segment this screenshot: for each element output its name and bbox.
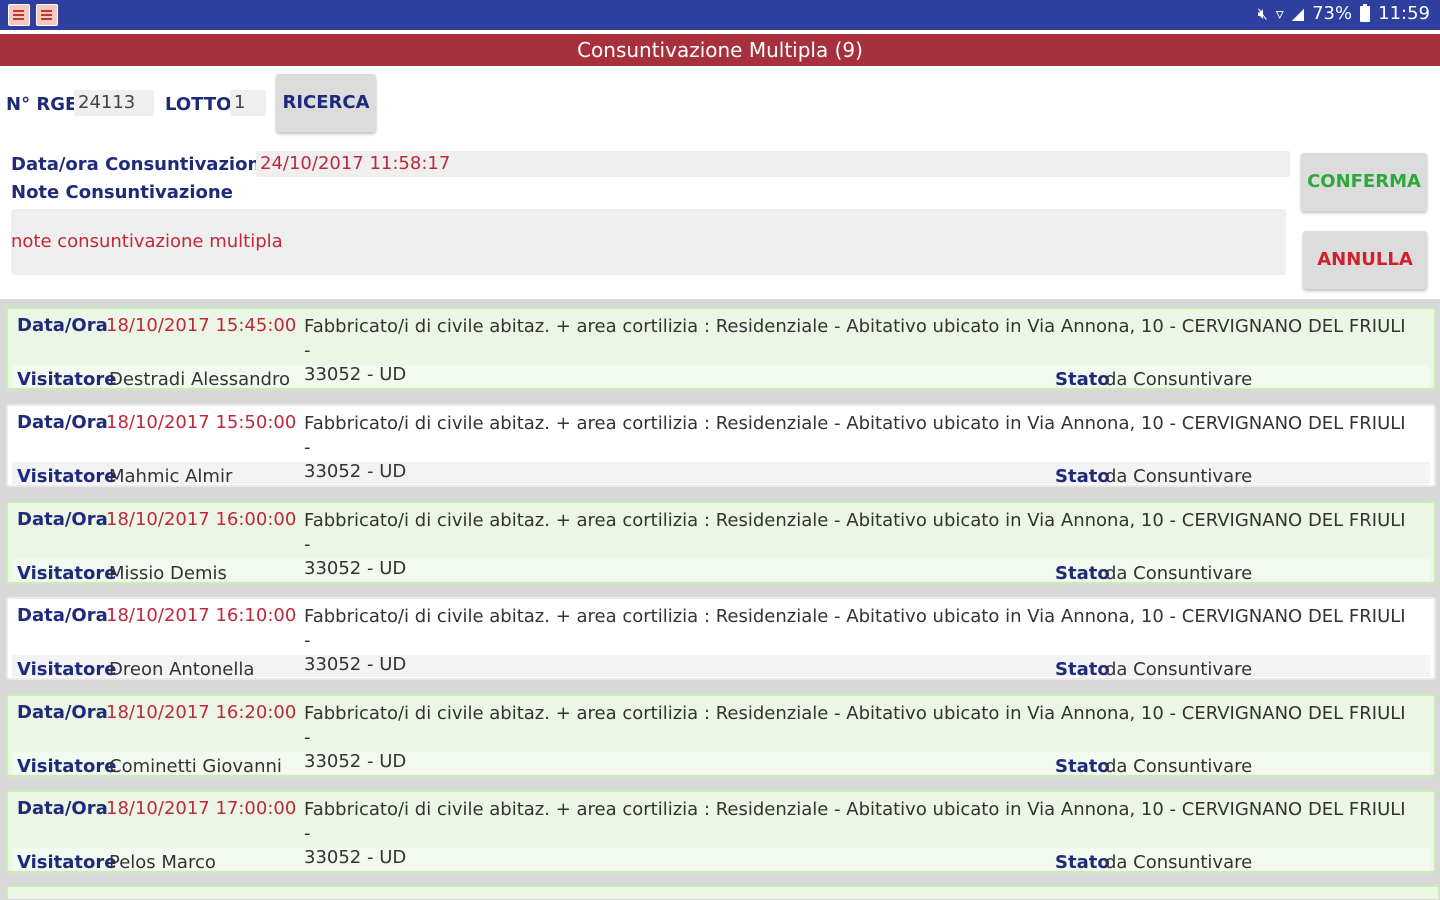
date-label: Data/Ora: [17, 412, 108, 433]
list-item-partial[interactable]: [6, 885, 1440, 899]
status-value: da Consuntivare: [1105, 659, 1253, 680]
status-value: da Consuntivare: [1105, 563, 1253, 584]
date-label: Data/Ora: [17, 315, 108, 336]
date-label: Data/Ora: [17, 798, 108, 819]
status-label: Stato: [1055, 563, 1110, 584]
list-item[interactable]: Data/Ora 18/10/2017 17:00:00 Fabbricato/…: [6, 790, 1436, 873]
visit-date: 18/10/2017 16:20:00: [106, 702, 297, 723]
visit-date: 18/10/2017 16:10:00: [106, 605, 297, 626]
list-item[interactable]: Data/Ora 18/10/2017 16:10:00 Fabbricato/…: [6, 597, 1436, 680]
notification-icons: [8, 4, 58, 26]
date-label: Data/Ora: [17, 509, 108, 530]
signal-icon: ◢: [1291, 4, 1305, 23]
status-value: da Consuntivare: [1105, 852, 1253, 873]
confirm-button[interactable]: CONFERMA: [1301, 153, 1427, 211]
visitor-label: Visitatore: [17, 852, 117, 873]
visit-date: 18/10/2017 15:50:00: [106, 412, 297, 433]
notes-label: Note Consuntivazione: [11, 182, 233, 203]
rge-label: N° RGE: [6, 94, 78, 115]
status-label: Stato: [1055, 659, 1110, 680]
list-item[interactable]: Data/Ora 18/10/2017 15:50:00 Fabbricato/…: [6, 404, 1436, 487]
visitor-name: Missio Demis: [109, 563, 227, 584]
battery-icon: [1360, 3, 1371, 22]
visit-date: 18/10/2017 16:00:00: [106, 509, 297, 530]
status-bar: 🔇︎ ▿ ◢ 73% 11:59: [0, 0, 1440, 30]
visitor-label: Visitatore: [17, 756, 117, 777]
list-item[interactable]: Data/Ora 18/10/2017 15:45:00 Fabbricato/…: [6, 307, 1436, 390]
mute-icon: 🔇︎: [1257, 3, 1268, 23]
visitor-name: Destradi Alessandro: [109, 369, 290, 390]
status-label: Stato: [1055, 466, 1110, 487]
lotto-label: LOTTO: [165, 94, 232, 115]
clock: 11:59: [1378, 3, 1430, 24]
cancel-button[interactable]: ANNULLA: [1303, 231, 1427, 289]
visits-list[interactable]: Data/Ora 18/10/2017 15:45:00 Fabbricato/…: [0, 299, 1440, 900]
battery-percent: 73%: [1312, 3, 1353, 24]
consuntivazione-form: Data/ora Consuntivazione 24/10/2017 11:5…: [0, 145, 1440, 295]
status-value: da Consuntivare: [1105, 369, 1253, 390]
app-notification-icon: [8, 4, 30, 26]
search-row: N° RGE 24113 LOTTO 1 RICERCA: [0, 74, 1440, 132]
date-label: Data/Ora: [17, 605, 108, 626]
app-notification-icon: [36, 4, 58, 26]
notes-textarea[interactable]: note consuntivazione multipla: [11, 209, 1286, 275]
visit-date: 18/10/2017 17:00:00: [106, 798, 297, 819]
status-value: da Consuntivare: [1105, 756, 1253, 777]
notes-text: note consuntivazione multipla: [11, 231, 283, 252]
visitor-name: Mahmic Almir: [109, 466, 233, 487]
date-label: Data/ora Consuntivazione: [11, 154, 273, 175]
status-label: Stato: [1055, 369, 1110, 390]
visitor-label: Visitatore: [17, 466, 117, 487]
visitor-label: Visitatore: [17, 659, 117, 680]
rge-input[interactable]: 24113: [74, 90, 154, 116]
visitor-name: Dreon Antonella: [109, 659, 255, 680]
status-value: da Consuntivare: [1105, 466, 1253, 487]
visitor-label: Visitatore: [17, 369, 117, 390]
visit-date: 18/10/2017 15:45:00: [106, 315, 297, 336]
status-label: Stato: [1055, 756, 1110, 777]
system-indicators: 🔇︎ ▿ ◢ 73% 11:59: [1258, 3, 1430, 24]
list-item[interactable]: Data/Ora 18/10/2017 16:00:00 Fabbricato/…: [6, 501, 1436, 584]
visitor-name: Cominetti Giovanni: [109, 756, 282, 777]
wifi-icon: ▿: [1275, 4, 1284, 23]
status-label: Stato: [1055, 852, 1110, 873]
visitor-name: Pelos Marco: [109, 852, 216, 873]
date-input[interactable]: 24/10/2017 11:58:17: [256, 151, 1290, 177]
lotto-input[interactable]: 1: [230, 90, 266, 116]
list-item[interactable]: Data/Ora 18/10/2017 16:20:00 Fabbricato/…: [6, 694, 1436, 777]
visitor-label: Visitatore: [17, 563, 117, 584]
page-title: Consuntivazione Multipla (9): [0, 34, 1440, 66]
search-button[interactable]: RICERCA: [276, 74, 376, 132]
date-label: Data/Ora: [17, 702, 108, 723]
